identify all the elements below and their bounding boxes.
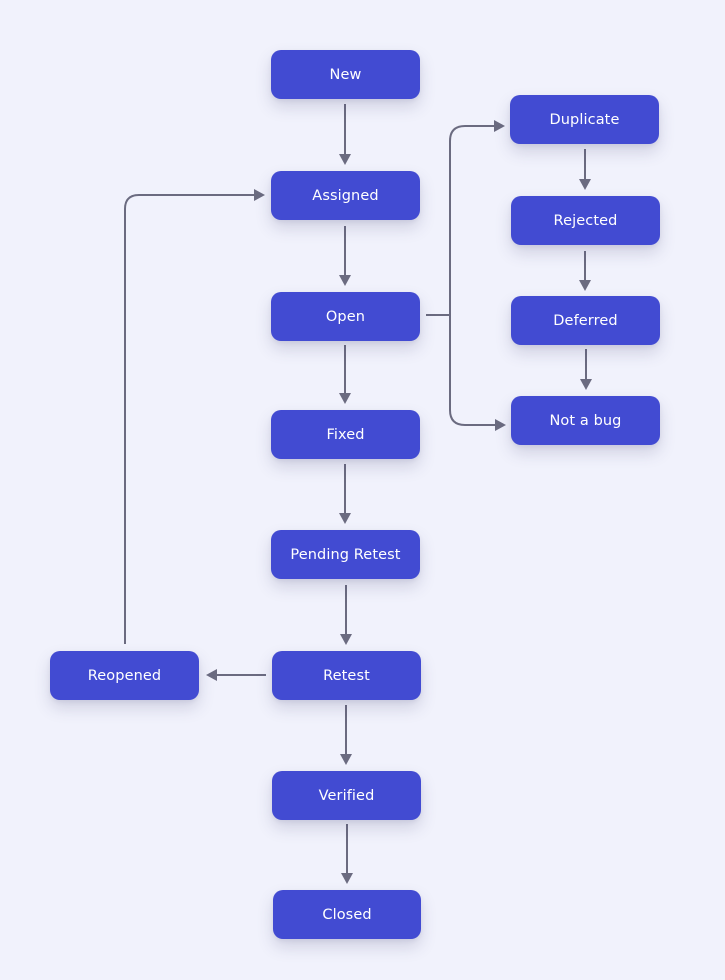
node-label: Not a bug bbox=[549, 412, 622, 429]
node-assigned[interactable]: Assigned bbox=[271, 171, 420, 220]
node-label: Closed bbox=[322, 906, 372, 923]
node-label: New bbox=[329, 66, 362, 83]
node-verified[interactable]: Verified bbox=[272, 771, 421, 820]
edge-pending-retest-to-retest bbox=[340, 585, 352, 645]
node-label: Reopened bbox=[87, 667, 162, 684]
node-label: Open bbox=[325, 308, 366, 325]
node-duplicate[interactable]: Duplicate bbox=[510, 95, 659, 144]
edge-duplicate-to-rejected bbox=[579, 149, 591, 190]
node-label: Assigned bbox=[312, 187, 379, 204]
node-fixed[interactable]: Fixed bbox=[271, 410, 420, 459]
node-deferred[interactable]: Deferred bbox=[511, 296, 660, 345]
edge-verified-to-closed bbox=[341, 824, 353, 884]
node-label: Rejected bbox=[553, 212, 618, 229]
node-label: Retest bbox=[323, 667, 370, 684]
node-retest[interactable]: Retest bbox=[272, 651, 421, 700]
edge-deferred-to-not-a-bug bbox=[580, 349, 592, 390]
node-pending-retest[interactable]: Pending Retest bbox=[271, 530, 420, 579]
edge-open-to-fixed bbox=[339, 345, 351, 404]
node-label: Deferred bbox=[553, 312, 618, 329]
edge-new-to-assigned bbox=[339, 104, 351, 165]
edges-layer bbox=[124, 104, 592, 884]
node-not-a-bug[interactable]: Not a bug bbox=[511, 396, 660, 445]
edge-open-to-duplicate bbox=[449, 120, 505, 315]
node-label: Pending Retest bbox=[290, 546, 401, 563]
edge-rejected-to-deferred bbox=[579, 251, 591, 291]
edge-fixed-to-pending-retest bbox=[339, 464, 351, 524]
edge-retest-to-reopened bbox=[206, 669, 266, 681]
node-label: Duplicate bbox=[549, 111, 620, 128]
node-reopened[interactable]: Reopened bbox=[50, 651, 199, 700]
node-rejected[interactable]: Rejected bbox=[511, 196, 660, 245]
node-new[interactable]: New bbox=[271, 50, 420, 99]
node-closed[interactable]: Closed bbox=[273, 890, 421, 939]
node-label: Verified bbox=[318, 787, 375, 804]
edge-assigned-to-open bbox=[339, 226, 351, 286]
node-open[interactable]: Open bbox=[271, 292, 420, 341]
edge-open-to-not-a-bug bbox=[449, 315, 506, 431]
edge-retest-to-verified bbox=[340, 705, 352, 765]
node-label: Fixed bbox=[326, 426, 365, 443]
edge-reopened-to-assigned bbox=[124, 189, 265, 644]
